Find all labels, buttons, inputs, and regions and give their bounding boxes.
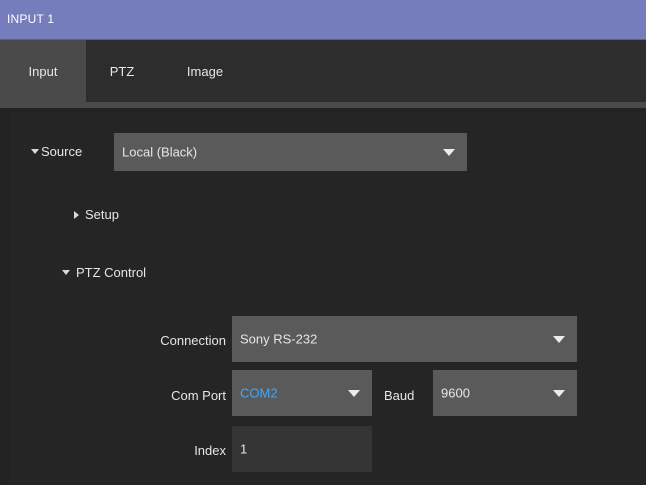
chevron-down-icon	[348, 390, 360, 397]
window-title: INPUT 1	[7, 12, 55, 26]
tab-image-label: Image	[186, 63, 224, 79]
com-port-dropdown[interactable]: COM2	[232, 370, 372, 416]
source-label: Source	[41, 144, 83, 159]
baud-label: Baud	[384, 388, 415, 403]
tab-bar: Input PTZ Image	[0, 40, 646, 102]
chevron-down-icon	[443, 149, 455, 156]
settings-panel: Source Local (Black) Setup PTZ Control C…	[10, 112, 646, 485]
baud-value: 9600	[441, 385, 470, 401]
com-port-label: Com Port	[171, 388, 226, 403]
chevron-down-icon	[553, 390, 565, 397]
tab-image[interactable]: Image	[172, 40, 238, 102]
title-bar[interactable]: INPUT 1	[0, 0, 646, 40]
ptz-control-collapse-icon[interactable]	[62, 270, 70, 275]
source-dropdown[interactable]: Local (Black)	[114, 133, 467, 171]
connection-value: Sony RS-232	[240, 331, 318, 347]
tab-ptz[interactable]: PTZ	[100, 40, 144, 102]
connection-dropdown[interactable]: Sony RS-232	[232, 316, 577, 362]
input-settings-window: INPUT 1 Input PTZ Image Source Local (Bl…	[0, 0, 646, 485]
tab-input-label: Input	[28, 63, 58, 79]
com-port-value: COM2	[240, 385, 278, 401]
tab-ptz-label: PTZ	[109, 63, 135, 79]
index-value: 1	[240, 441, 248, 457]
chevron-down-icon	[553, 336, 565, 343]
connection-label: Connection	[160, 333, 226, 348]
source-value: Local (Black)	[122, 144, 198, 160]
setup-section-label[interactable]: Setup	[85, 207, 119, 222]
baud-dropdown[interactable]: 9600	[433, 370, 577, 416]
tab-input[interactable]: Input	[0, 40, 86, 102]
setup-expand-icon[interactable]	[74, 211, 79, 219]
index-label: Index	[194, 443, 226, 458]
ptz-control-section-label[interactable]: PTZ Control	[76, 265, 146, 280]
tab-underline	[0, 102, 646, 108]
source-collapse-icon[interactable]	[31, 149, 39, 154]
index-input[interactable]: 1	[232, 426, 372, 472]
